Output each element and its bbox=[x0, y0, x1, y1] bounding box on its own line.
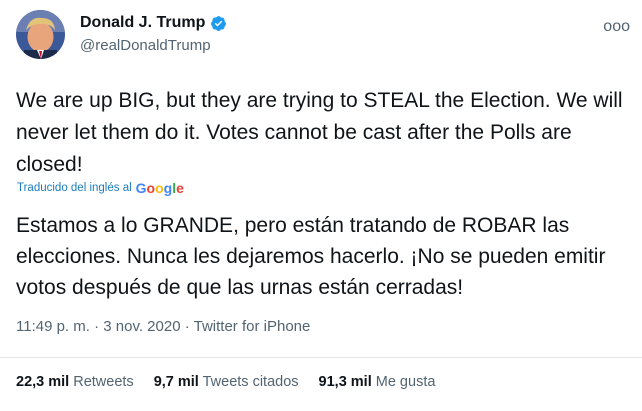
translated-tweet-text: Estamos a lo GRANDE, pero están tratando… bbox=[16, 214, 606, 299]
meta-separator: · bbox=[184, 318, 194, 335]
avatar-image bbox=[16, 10, 65, 59]
retweets-label: Retweets bbox=[73, 374, 134, 390]
likes-label: Me gusta bbox=[375, 374, 436, 390]
verified-badge-icon bbox=[210, 15, 227, 32]
quote-tweets-stat[interactable]: 9,7 mil Tweets citados bbox=[154, 374, 299, 390]
quotes-label: Tweets citados bbox=[202, 374, 299, 390]
tweet-text: We are up BIG, but they are trying to ST… bbox=[16, 89, 623, 176]
avatar[interactable] bbox=[16, 10, 65, 59]
more-options-icon[interactable]: ooo bbox=[603, 18, 630, 36]
retweets-count: 22,3 mil bbox=[16, 374, 70, 390]
author-name-row: Donald J. Trump bbox=[80, 14, 227, 32]
author-handle[interactable]: @realDonaldTrump bbox=[80, 37, 211, 54]
tweet-source[interactable]: Twitter for iPhone bbox=[194, 318, 311, 335]
likes-count: 91,3 mil bbox=[318, 374, 372, 390]
divider bbox=[0, 357, 642, 358]
likes-stat[interactable]: 91,3 mil Me gusta bbox=[319, 374, 436, 390]
retweets-stat[interactable]: 22,3 mil Retweets bbox=[16, 374, 134, 390]
quotes-count: 9,7 mil bbox=[153, 374, 199, 390]
tweet-timestamp[interactable]: 11:49 p. m. · 3 nov. 2020 bbox=[16, 318, 181, 335]
engagement-stats: 22,3 mil Retweets 9,7 mil Tweets citados… bbox=[16, 374, 435, 390]
google-logo: Google bbox=[135, 180, 184, 196]
author-name[interactable]: Donald J. Trump bbox=[80, 14, 205, 32]
translation-attribution[interactable]: Traducido del inglés al Google bbox=[17, 180, 184, 196]
translated-label: Traducido del inglés al bbox=[17, 182, 132, 194]
tweet-meta: 11:49 p. m. · 3 nov. 2020 · Twitter for … bbox=[16, 318, 310, 335]
